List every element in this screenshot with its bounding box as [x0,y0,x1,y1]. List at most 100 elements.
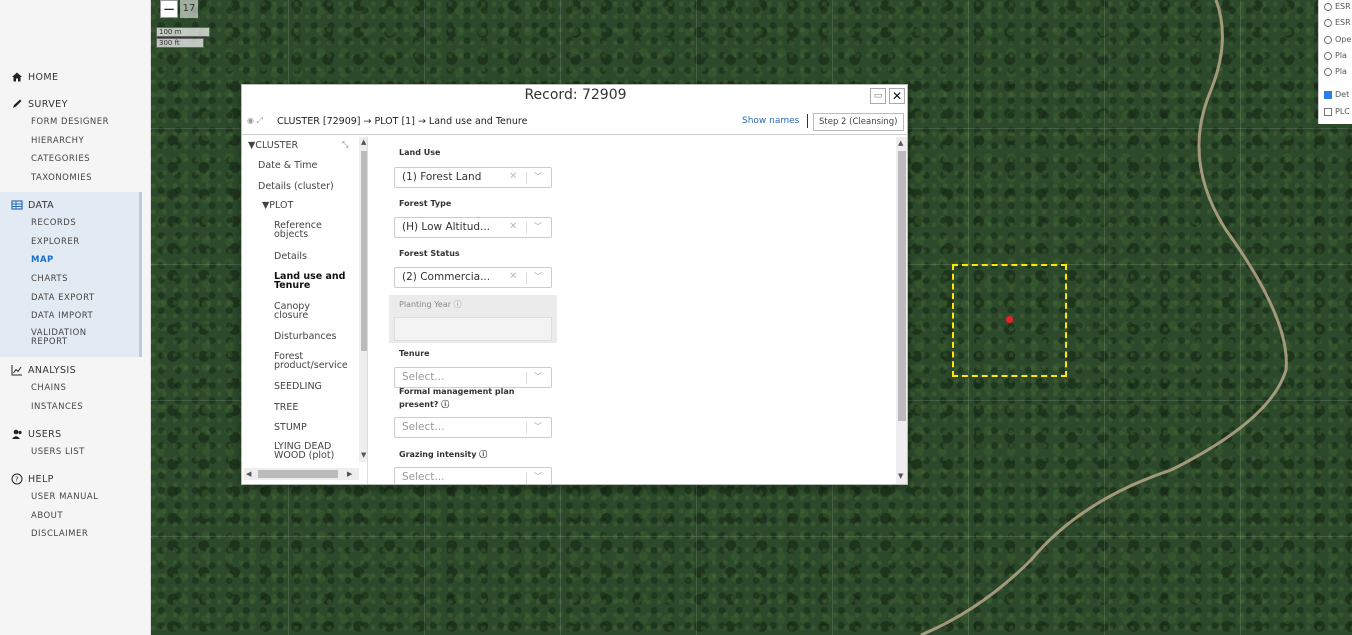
close-icon: ✕ [891,89,903,103]
layer-option[interactable]: Pla [1324,51,1347,60]
users-icon [12,429,22,439]
land-use-select[interactable]: (1) Forest Land ✕ ﹀ [394,167,552,188]
nav-hierarchy[interactable]: HIERARCHY [0,132,142,151]
tree-item-canopy[interactable]: Canopy closure [274,302,310,321]
close-button[interactable]: ✕ [889,88,905,104]
scroll-up-icon[interactable]: ▲ [898,139,903,147]
tree-item-date-time[interactable]: Date & Time [258,160,317,171]
nav-survey[interactable]: SURVEY [0,95,142,113]
scroll-thumb[interactable] [361,151,367,351]
scroll-down-icon[interactable]: ▼ [361,451,366,459]
tree-item-stump[interactable]: STUMP [274,422,307,433]
nav-home[interactable]: HOME [0,68,142,86]
layer-option[interactable]: Pla [1324,67,1347,76]
chevron-down-icon[interactable]: ﹀ [534,221,542,232]
nav-data[interactable]: DATA [0,196,139,214]
nav-charts[interactable]: CHARTS [0,270,139,289]
tree-item-land-use[interactable]: Land use and Tenure [274,272,345,291]
nav-user-manual[interactable]: USER MANUAL [0,488,142,507]
planting-year-label: Planting Year ⓘ [399,300,462,309]
scroll-thumb[interactable] [258,470,338,478]
zoom-out-button[interactable]: − [160,0,178,18]
tree-item-tree[interactable]: TREE [274,402,298,413]
tree-item-lying-dead[interactable]: LYING DEAD WOOD (plot) [274,442,334,461]
tree-item-reference-objects[interactable]: Reference objects [274,221,322,240]
nav-disclaimer[interactable]: DISCLAIMER [0,525,142,544]
forest-type-label: Forest Type [399,199,452,208]
layer-overlay[interactable]: Det [1324,90,1349,99]
nav-records[interactable]: RECORDS [0,214,139,233]
nav-taxonomies[interactable]: TAXONOMIES [0,169,142,188]
radio-icon [1324,2,1332,11]
tree-vertical-scrollbar[interactable]: ▲ ▼ [359,137,367,462]
layer-panel: ESR ESR Ope Pla Pla Det PLC [1318,0,1352,124]
scroll-left-icon[interactable]: ◀ [246,470,251,478]
chevron-down-icon[interactable]: ﹀ [534,421,542,432]
table-icon [11,200,23,210]
plot-center-marker[interactable] [1006,316,1013,323]
nav-data-export[interactable]: DATA EXPORT [0,288,139,307]
chevron-down-icon[interactable]: ﹀ [534,271,542,282]
nav-home-section: HOME [0,68,142,86]
record-dialog: Record: 72909 ▭ ✕ ◉ ⤢ CLUSTER [72909] → … [241,84,908,485]
mgmt-plan-select[interactable]: Select... ﹀ [394,417,552,438]
nav-chains[interactable]: CHAINS [0,379,142,398]
scroll-right-icon[interactable]: ▶ [347,470,352,478]
step-button[interactable]: Step 2 (Cleansing) [813,113,904,131]
nav-map[interactable]: MAP [0,251,139,270]
land-use-label: Land Use [399,148,441,157]
form-vertical-scrollbar[interactable]: ▲ ▼ [896,137,907,484]
svg-text:?: ? [15,476,19,484]
nav-instances[interactable]: INSTANCES [0,398,142,417]
grazing-label: Grazing intensity ⓘ [399,450,488,459]
collapse-toggle[interactable]: ◉ ⤢ [247,116,263,126]
clear-icon[interactable]: ✕ [509,271,517,282]
tree-item-details[interactable]: Details [274,251,307,262]
nav-data-import[interactable]: DATA IMPORT [0,307,139,326]
collapse-icon[interactable]: ⤡ [342,140,348,150]
scroll-up-icon[interactable]: ▲ [361,138,366,146]
minimize-button[interactable]: ▭ [870,88,886,104]
nav-analysis[interactable]: ANALYSIS [0,361,142,379]
forest-type-select[interactable]: (H) Low Altitud... ✕ ﹀ [394,217,552,238]
nav-help[interactable]: ? HELP [0,470,142,488]
radio-icon [1324,35,1332,44]
tree-item-details-cluster[interactable]: Details (cluster) [258,181,334,192]
layer-option[interactable]: ESR [1324,2,1351,11]
nav-validation-report[interactable]: VALIDATION REPORT [0,326,100,350]
nav-about[interactable]: ABOUT [0,507,142,526]
dialog-title[interactable]: Record: 72909 [242,87,909,103]
sidebar: HOME SURVEY FORM DESIGNER HIERARCHY CATE… [0,0,151,635]
tree-item-cluster[interactable]: ▼CLUSTER [248,140,298,151]
tree-horizontal-scrollbar[interactable]: ◀ ▶ [244,468,359,480]
checkbox-checked-icon [1324,90,1332,99]
tree-item-disturbances[interactable]: Disturbances [274,331,336,342]
nav-categories[interactable]: CATEGORIES [0,150,142,169]
nav-explorer[interactable]: EXPLORER [0,233,139,252]
radio-icon [1324,18,1332,27]
show-names-link[interactable]: Show names [742,116,799,126]
tree-item-plot[interactable]: ▼PLOT [262,200,293,211]
chevron-down-icon[interactable]: ﹀ [534,471,542,482]
nav-form-designer[interactable]: FORM DESIGNER [0,113,142,132]
nav-users-list[interactable]: USERS LIST [0,443,142,462]
radio-icon [1324,67,1332,76]
clear-icon[interactable]: ✕ [509,171,517,182]
divider [807,114,808,128]
chevron-down-icon[interactable]: ﹀ [534,371,542,382]
map-scale: 100 m 300 ft [156,27,210,49]
tree-item-seedling[interactable]: SEEDLING [274,381,322,392]
layer-option[interactable]: Ope [1324,35,1351,44]
nav-users[interactable]: USERS [0,425,142,443]
layer-option[interactable]: ESR [1324,18,1351,27]
forest-status-select[interactable]: (2) Commercia... ✕ ﹀ [394,267,552,288]
planting-year-input [394,317,552,341]
tree-item-forest-product[interactable]: Forest product/service [274,352,348,371]
clear-icon[interactable]: ✕ [509,221,517,232]
layer-overlay[interactable]: PLC [1324,107,1350,116]
mgmt-plan-label: Formal management plan present? ⓘ [399,387,515,409]
grazing-select[interactable]: Select... ﹀ [394,467,552,484]
scroll-thumb[interactable] [898,151,906,421]
scroll-down-icon[interactable]: ▼ [898,472,903,480]
chevron-down-icon[interactable]: ﹀ [534,171,542,182]
